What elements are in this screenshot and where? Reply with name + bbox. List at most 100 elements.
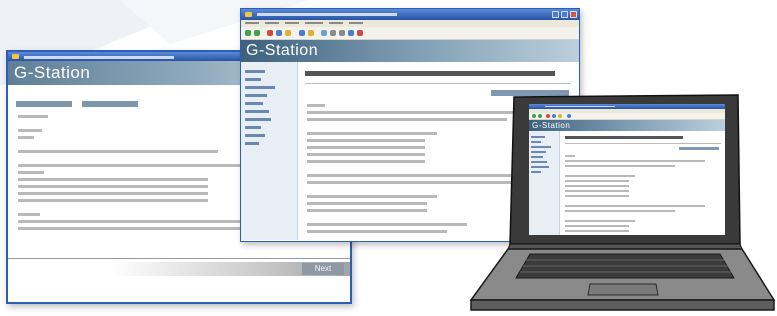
toolbar-icon[interactable] bbox=[276, 30, 282, 36]
left-window-tab-1[interactable] bbox=[16, 101, 72, 107]
toolbar-icon[interactable] bbox=[546, 114, 550, 118]
title-text-placeholder bbox=[545, 106, 615, 107]
title-text-placeholder bbox=[24, 55, 174, 59]
sidebar-link[interactable] bbox=[245, 86, 275, 89]
text-line bbox=[307, 209, 427, 212]
toolbar-icon[interactable] bbox=[558, 114, 562, 118]
menu-item[interactable] bbox=[285, 22, 299, 24]
toolbar-icon[interactable] bbox=[330, 30, 336, 36]
laptop-screen-main bbox=[529, 131, 725, 235]
toolbar-icon[interactable] bbox=[552, 114, 556, 118]
text-line bbox=[307, 223, 467, 226]
toolbar-icon[interactable] bbox=[567, 114, 571, 118]
left-window-brand-title: G-Station bbox=[14, 63, 91, 82]
heading-rule bbox=[565, 143, 721, 144]
text-line bbox=[565, 230, 629, 232]
toolbar-icon[interactable] bbox=[339, 30, 345, 36]
toolbar-icon[interactable] bbox=[538, 114, 542, 118]
text-line bbox=[565, 195, 629, 197]
sidebar-link[interactable] bbox=[531, 156, 543, 158]
text-line bbox=[565, 220, 635, 222]
sidebar-link[interactable] bbox=[245, 110, 269, 113]
toolbar-icon[interactable] bbox=[245, 30, 251, 36]
laptop-screen-text-block bbox=[565, 155, 715, 235]
laptop-screen-header-band: G-Station bbox=[529, 120, 725, 131]
text-line bbox=[307, 188, 317, 191]
toolbar-icon[interactable] bbox=[267, 30, 273, 36]
sidebar-link[interactable] bbox=[245, 118, 271, 121]
heading-rule bbox=[305, 83, 571, 84]
toolbar-icon[interactable] bbox=[532, 114, 536, 118]
text-line bbox=[565, 210, 675, 212]
text-line bbox=[307, 160, 425, 163]
sidebar-link[interactable] bbox=[245, 94, 267, 97]
sidebar-link[interactable] bbox=[531, 146, 551, 148]
center-window-menu-bar bbox=[241, 20, 579, 27]
page-heading-placeholder bbox=[565, 136, 683, 139]
text-line bbox=[565, 180, 629, 182]
laptop-screen-brand-title: G-Station bbox=[532, 121, 571, 130]
sidebar-link[interactable] bbox=[245, 70, 265, 73]
left-window-divider bbox=[8, 258, 350, 259]
title-text-placeholder bbox=[257, 13, 397, 17]
menu-item[interactable] bbox=[349, 22, 363, 24]
window-control-icon[interactable] bbox=[552, 10, 559, 18]
sidebar-link[interactable] bbox=[245, 126, 261, 129]
toolbar-icon[interactable] bbox=[299, 30, 305, 36]
text-line bbox=[18, 199, 208, 202]
window-control-icon[interactable] bbox=[561, 10, 568, 18]
text-line bbox=[565, 165, 675, 167]
menu-item[interactable] bbox=[265, 22, 279, 24]
toolbar-icon[interactable] bbox=[348, 30, 354, 36]
page-heading-placeholder bbox=[305, 71, 555, 76]
laptop-screen: G-Station bbox=[529, 104, 725, 235]
text-line bbox=[565, 175, 635, 177]
sidebar-links bbox=[531, 136, 551, 176]
next-button[interactable]: Next bbox=[302, 263, 344, 275]
toolbar-icon[interactable] bbox=[308, 30, 314, 36]
menu-item[interactable] bbox=[329, 22, 343, 24]
sidebar-link[interactable] bbox=[531, 136, 545, 138]
laptop-screen-toolbar bbox=[529, 113, 725, 120]
sidebar-link[interactable] bbox=[531, 171, 541, 173]
center-window-sidebar bbox=[241, 62, 298, 240]
text-line bbox=[18, 115, 48, 118]
laptop-screen-sidebar bbox=[529, 131, 560, 235]
text-line bbox=[18, 143, 28, 146]
menu-item[interactable] bbox=[245, 22, 259, 24]
toolbar-icon[interactable] bbox=[285, 30, 291, 36]
action-button[interactable] bbox=[679, 147, 719, 150]
center-window-toolbar bbox=[241, 27, 579, 40]
toolbar-icon[interactable] bbox=[321, 30, 327, 36]
window-control-icon[interactable] bbox=[570, 10, 577, 18]
sidebar-link[interactable] bbox=[245, 134, 265, 137]
text-line bbox=[565, 205, 705, 207]
text-line bbox=[307, 146, 425, 149]
text-line bbox=[307, 153, 425, 156]
text-line bbox=[18, 164, 250, 167]
text-line bbox=[18, 171, 44, 174]
sidebar-link[interactable] bbox=[245, 142, 259, 145]
text-line bbox=[565, 215, 575, 217]
text-line bbox=[307, 195, 437, 198]
text-line bbox=[565, 160, 705, 162]
text-line bbox=[565, 200, 575, 202]
sidebar-link[interactable] bbox=[531, 151, 546, 153]
sidebar-link[interactable] bbox=[531, 141, 541, 143]
sidebar-link[interactable] bbox=[531, 166, 549, 168]
sidebar-links bbox=[245, 70, 275, 150]
sidebar-link[interactable] bbox=[531, 161, 547, 163]
center-window-title-bar bbox=[241, 9, 579, 20]
text-line bbox=[18, 206, 28, 209]
app-icon bbox=[12, 54, 19, 59]
sidebar-link[interactable] bbox=[245, 78, 261, 81]
left-window-tab-2[interactable] bbox=[82, 101, 138, 107]
toolbar-icon[interactable] bbox=[254, 30, 260, 36]
menu-item[interactable] bbox=[305, 22, 323, 24]
text-line bbox=[18, 150, 218, 153]
toolbar-icon[interactable] bbox=[357, 30, 363, 36]
text-line bbox=[307, 132, 437, 135]
text-line bbox=[565, 185, 629, 187]
text-line bbox=[307, 139, 425, 142]
sidebar-link[interactable] bbox=[245, 102, 263, 105]
